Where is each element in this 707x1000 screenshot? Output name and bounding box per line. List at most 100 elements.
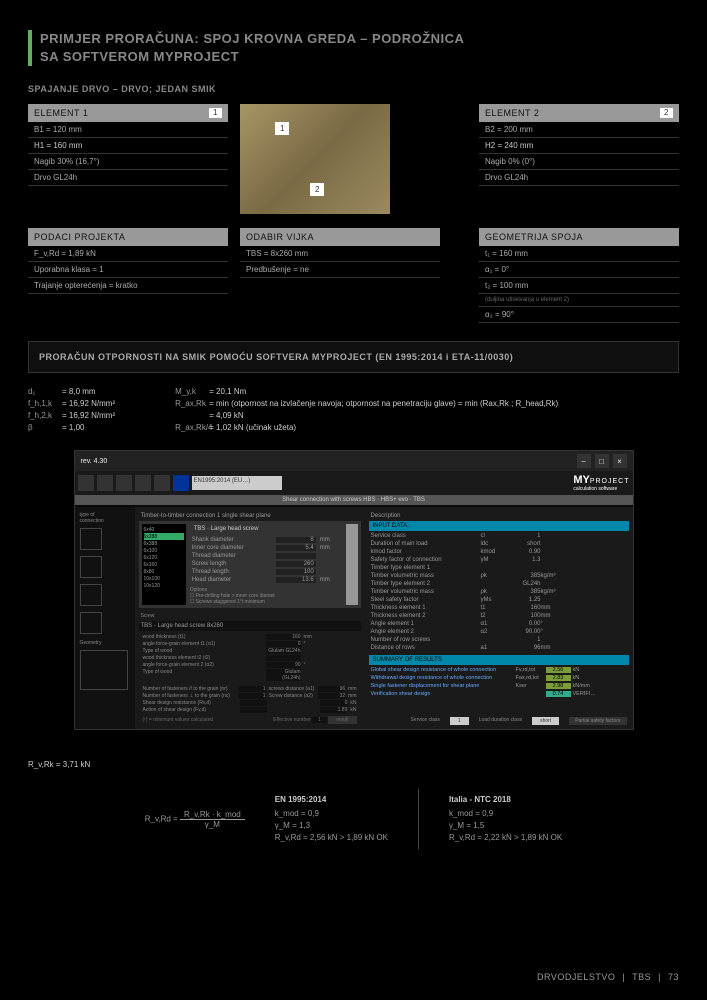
ld-label: Load duration class [479, 717, 522, 725]
save-icon[interactable] [116, 475, 132, 491]
element2-header-label: ELEMENT 2 [485, 108, 539, 118]
norm-select[interactable]: EN1995:2014 (EU…) [192, 476, 282, 490]
geometry-box: GEOMETRIJA SPOJA t₁ = 160 mm α₁ = 0° t₂ … [479, 228, 679, 323]
open-icon[interactable] [97, 475, 113, 491]
element2-box: ELEMENT 2 2 B2 = 200 mm H2 = 240 mm Nagi… [479, 104, 679, 214]
geom-row: α₂ = 90° [479, 307, 679, 323]
geom-preview [80, 650, 128, 690]
list-item[interactable]: 6x288 [144, 533, 184, 540]
geom-row: t₁ = 160 mm [479, 246, 679, 262]
p-label: d₁ [28, 387, 58, 396]
page-footer: DRVODJELSTVO | TBS | 73 [537, 972, 679, 982]
result-button[interactable]: result [328, 716, 356, 724]
screw-icon [346, 524, 358, 605]
element2-num: 2 [660, 108, 673, 118]
tbs-params: TBS · Large head screw Shank diameter8mm… [190, 524, 342, 605]
conn-type-cell[interactable] [80, 612, 102, 634]
left-sidebar: type ofconnection Geometry [75, 507, 135, 730]
minimize-icon[interactable]: − [577, 454, 591, 468]
list-item[interactable]: 6x40 [144, 526, 184, 533]
geom-header: GEOMETRIJA SPOJA [479, 228, 679, 246]
p-label: f_h,1,k [28, 399, 58, 408]
second-row: PODACI PROJEKTA F_v,Rd = 1,89 kN Uporabn… [28, 228, 679, 323]
psf-button[interactable]: Partial safety factors [569, 717, 626, 725]
screw-row: TBS = 8x260 mm [240, 246, 440, 262]
app-body: type ofconnection Geometry Timber-to-tim… [75, 507, 633, 730]
std-ntc2018: Italia - NTC 2018 k_mod = 0,9 γ_M = 1,5 … [449, 794, 562, 844]
logo-thin: PROJECT [590, 478, 630, 485]
element1-box: ELEMENT 1 1 B1 = 120 mm H1 = 160 mm Nagi… [28, 104, 228, 214]
formula-denom: γ_M [180, 820, 245, 829]
std1-row: k_mod = 0,9 [275, 808, 388, 820]
input-data-rows: Service classcl1Duration of main loadldc… [369, 532, 629, 652]
formula-lhs: R_v,Rd = [145, 814, 178, 823]
tbs-size-list[interactable]: 6x40 6x288 6x388 6x100 6x120 6x160 8x80 … [142, 524, 186, 605]
maximize-icon[interactable]: □ [595, 454, 609, 468]
conn-type-cell[interactable] [80, 528, 102, 550]
p-val: = 16,92 N/mm² [62, 411, 115, 420]
bottom-bar: Service class 1 Load duration class shor… [410, 717, 626, 725]
formula-row: R_v,Rd = R_v,Rk · k_mod γ_M EN 1995:2014… [28, 789, 679, 849]
pd-row: Trajanje opterećenja = kratko [28, 278, 228, 294]
photo-tag-2: 2 [310, 183, 324, 196]
sc-select[interactable]: 1 [450, 717, 469, 725]
p-label: f_h,2,k [28, 411, 58, 420]
footer-page: 73 [668, 972, 679, 982]
p-val: = 20,1 Nm [209, 387, 246, 396]
el1-row: H1 = 160 mm [28, 138, 228, 154]
list-item[interactable]: 10x100 [144, 575, 184, 582]
home-icon[interactable] [78, 475, 94, 491]
fastener-inputs: Number of fasteners // to the grain (nr)… [139, 683, 361, 715]
p-val: = 16,92 N/mm² [62, 399, 115, 408]
screw-sel-label[interactable]: TBS - Large head screw 8x260 [139, 621, 361, 631]
element1-header-label: ELEMENT 1 [34, 108, 88, 118]
std1-row: R_v,Rd = 2,56 kN > 1,89 kN OK [275, 832, 388, 844]
ld-select[interactable]: short [532, 717, 559, 725]
el2-row: B2 = 200 mm [479, 122, 679, 138]
params-col1: d₁= 8,0 mm f_h,1,k= 16,92 N/mm² f_h,2,k=… [28, 387, 115, 432]
geom-row-note: (duljina utiskivanja u element 2) [479, 294, 679, 307]
projdata-header: PODACI PROJEKTA [28, 228, 228, 246]
summary-title: SUMMARY OF RESULTS [369, 655, 629, 665]
p-val: = min (otpornost na izvlačenje navoja; o… [209, 399, 558, 408]
list-item[interactable]: 6x160 [144, 561, 184, 568]
conn-type-cell[interactable] [80, 556, 102, 578]
project-data-box: PODACI PROJEKTA F_v,Rd = 1,89 kN Uporabn… [28, 228, 228, 323]
footer-section: DRVODJELSTVO [537, 972, 615, 982]
list-item[interactable]: 8x80 [144, 568, 184, 575]
list-item[interactable]: 6x388 [144, 540, 184, 547]
p-label: M_y,k [175, 387, 205, 396]
p-val: = 1,02 kN (učinak užeta) [209, 423, 296, 432]
list-item[interactable]: 6x100 [144, 547, 184, 554]
eu-flag-icon[interactable] [173, 475, 189, 491]
close-icon[interactable]: × [613, 454, 627, 468]
desc-title: Description [369, 511, 629, 521]
std2-row: k_mod = 0,9 [449, 808, 562, 820]
app-logo: MYPROJECT calculation software [573, 474, 629, 492]
calc-title: PRORAČUN OTPORNOSTI NA SMIK POMOĆU SOFTV… [28, 341, 679, 373]
list-item[interactable]: 6x120 [144, 554, 184, 561]
geom-row: t₂ = 100 mm [479, 278, 679, 294]
pd-row: Uporabna klasa = 1 [28, 262, 228, 278]
software-screenshot: rev. 4.30 − □ × EN1995:2014 (EU…) MYPROJ… [74, 450, 634, 730]
logo-bold: MY [573, 474, 590, 486]
footer-product: TBS [632, 972, 651, 982]
vertical-divider [418, 789, 419, 849]
screw-row: Predbušenje = ne [240, 262, 440, 278]
title-l1: PRIMJER PRORAČUNA: SPOJ KROVNA GREDA – P… [40, 31, 464, 46]
p-label: R_ax,Rk/4 [175, 423, 205, 432]
list-item[interactable]: 10x120 [144, 582, 184, 589]
print-icon[interactable] [135, 475, 151, 491]
tbs-group: 6x40 6x288 6x388 6x100 6x120 6x160 8x80 … [139, 521, 361, 608]
params-block: d₁= 8,0 mm f_h,1,k= 16,92 N/mm² f_h,2,k=… [28, 387, 679, 432]
settings-icon[interactable] [154, 475, 170, 491]
opt-stagger[interactable]: Screws staggered 1°t minimum [196, 599, 265, 605]
element2-header: ELEMENT 2 2 [479, 104, 679, 122]
sc-label: Service class [410, 717, 439, 725]
rvrk-result: R_v,Rk = 3,71 kN [28, 760, 679, 769]
right-panel: Description INPUT DATA: Service classcl1… [365, 507, 633, 730]
el2-row: Drvo GL24h [479, 170, 679, 186]
conn-type-cell[interactable] [80, 584, 102, 606]
geom-inputs: wood thickness (t1)160mmangle force-grai… [139, 631, 361, 683]
title-l2: SA SOFTVEROM MYPROJECT [40, 49, 239, 64]
